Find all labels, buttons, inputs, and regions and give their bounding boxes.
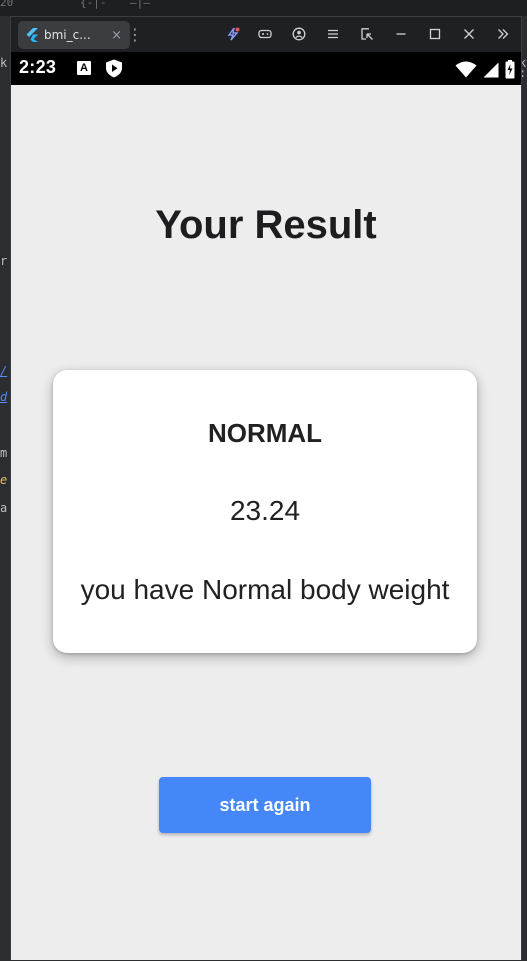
phone-screen: 2:23 A Your Result NORMAL 23.24 you have… [11, 52, 521, 960]
emulator-tab-label: bmi_c... [44, 28, 91, 42]
tab-close-icon[interactable]: × [111, 28, 122, 43]
ide-fragment: {-|- [80, 0, 107, 9]
result-card: NORMAL 23.24 you have Normal body weight [53, 370, 477, 653]
shield-play-icon [106, 59, 122, 78]
ide-fragment: —|— [130, 0, 150, 9]
ide-fragment: e [0, 473, 8, 487]
tab-menu-icon[interactable]: ⋮ [125, 24, 145, 44]
minimize-icon[interactable] [391, 24, 411, 44]
bmi-value: 23.24 [229, 495, 301, 526]
ide-fragment: k [0, 56, 8, 70]
status-time: 2:23 [19, 57, 57, 77]
ide-fragment: a [0, 501, 8, 515]
flutter-icon [26, 28, 38, 42]
status-indicators [455, 60, 515, 79]
account-icon[interactable] [289, 24, 309, 44]
page-title: Your Result [155, 203, 377, 247]
ide-top-strip: 20 {-|- —|— [0, 0, 527, 16]
ide-fragment: m [0, 446, 8, 460]
accessibility-badge-icon: A [77, 61, 91, 75]
emulator-window: bmi_c... × ⋮ 2:23 A Your Result NORMAL 2… [10, 16, 522, 960]
status-bar: 2:23 A [11, 52, 521, 85]
close-icon[interactable] [459, 24, 479, 44]
ide-fragment: d [0, 390, 8, 404]
cell-signal-icon [483, 62, 499, 77]
ide-fragment: / [0, 364, 8, 378]
result-status: NORMAL [207, 418, 323, 448]
gamepad-icon[interactable] [255, 24, 275, 44]
emulator-toolbar: bmi_c... × ⋮ [11, 17, 521, 51]
start-again-button[interactable]: start again [159, 777, 371, 833]
more-icon[interactable] [493, 24, 513, 44]
emulator-tab[interactable]: bmi_c... × [18, 21, 130, 49]
wifi-icon [455, 61, 477, 78]
ide-fragment: r [0, 254, 8, 268]
menu-icon[interactable] [323, 24, 343, 44]
result-message: you have Normal body weight [80, 574, 450, 605]
battery-icon [505, 60, 515, 79]
maximize-icon[interactable] [425, 24, 445, 44]
screenshot-icon[interactable] [357, 24, 377, 44]
ide-fragment: 20 [0, 0, 14, 9]
snapshot-icon[interactable] [223, 24, 243, 44]
